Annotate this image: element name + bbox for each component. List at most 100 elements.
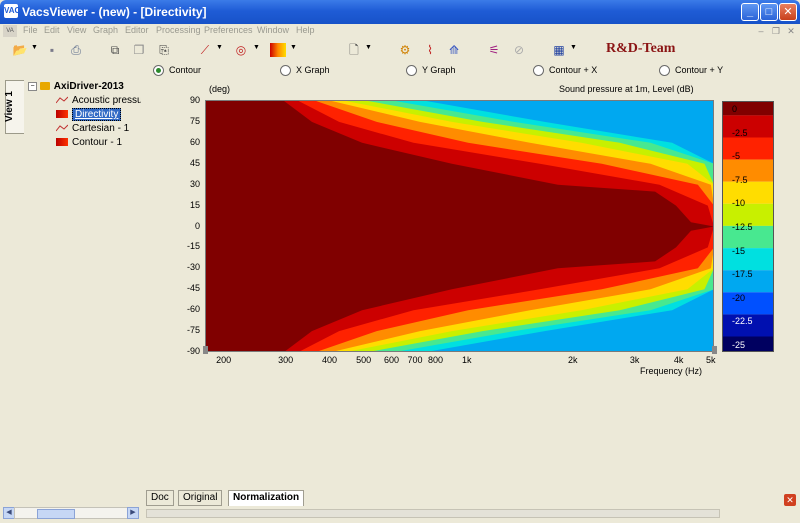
x-tick-label: 5k xyxy=(706,355,716,365)
toolbar: 📂 ▼ ▪ ⎙ ⧉ ❐ ⎘ ⟋ ▼ ◎ ▼ ▼ 🗋 ▼ ⚙ ⌇ ⟰ ⚟ ⊘ ▦ … xyxy=(0,38,800,62)
app-icon: VACS xyxy=(4,4,26,18)
menu-editor[interactable]: Editor xyxy=(125,25,149,35)
tab-doc[interactable]: Doc xyxy=(146,490,174,506)
color-swatch xyxy=(722,336,774,352)
menu-file[interactable]: File xyxy=(23,25,38,35)
print-icon[interactable]: ⎙ xyxy=(67,42,85,58)
y-tick-label: 90 xyxy=(189,95,200,105)
radio-selected-icon[interactable] xyxy=(153,64,164,76)
y-tick-label: -30 xyxy=(186,262,200,273)
plot-horizontal-scrollbar[interactable] xyxy=(146,509,720,518)
color-level-label: -22.5 xyxy=(732,316,753,327)
title-bar: VACS VacsViewer - (new) - [Directivity] … xyxy=(0,0,800,24)
ycuri-graph-icon[interactable]: ⌇ xyxy=(421,42,439,58)
maximize-button[interactable]: □ xyxy=(760,3,778,21)
radio-x-graph[interactable]: X Graph xyxy=(280,64,330,78)
wizard-icon[interactable]: ⚙ xyxy=(396,42,414,58)
y-tick-label: 15 xyxy=(189,199,200,210)
y-tick-label: 75 xyxy=(189,115,200,126)
line-graph-icon[interactable]: ⟋ xyxy=(196,42,214,58)
radio-icon[interactable] xyxy=(406,64,417,76)
x-tick-label: 2k xyxy=(567,355,578,365)
menu-window[interactable]: Window xyxy=(257,25,289,35)
mdi-minimize-icon[interactable]: – xyxy=(756,26,766,36)
tab-normalization[interactable]: Normalization xyxy=(228,490,305,506)
menu-help[interactable]: Help xyxy=(296,25,315,35)
menu-bar: VA File Edit View Graph Editor Processin… xyxy=(0,24,800,38)
color-level-label: -10 xyxy=(732,198,746,209)
close-button[interactable]: ✕ xyxy=(779,3,797,21)
radio-icon[interactable] xyxy=(280,64,291,76)
contour-graph-icon[interactable] xyxy=(270,43,286,57)
document-icon[interactable]: VA xyxy=(3,25,17,37)
color-level-label: 0 xyxy=(732,104,738,114)
brand-label: R&D-Team xyxy=(606,41,676,56)
x-tick-label: 400 xyxy=(322,355,338,365)
chevron-down-icon[interactable]: ▼ xyxy=(31,44,38,51)
menu-processing[interactable]: Processing xyxy=(156,25,201,35)
mdi-close-icon[interactable]: ✕ xyxy=(786,26,796,36)
menu-preferences[interactable]: Preferences xyxy=(204,25,253,35)
copy-icon[interactable]: ❐ xyxy=(130,42,148,58)
chevron-down-icon[interactable]: ▼ xyxy=(570,44,577,51)
window-title: VacsViewer - (new) - [Directivity] xyxy=(22,5,207,19)
axis-handle-icon[interactable] xyxy=(712,346,717,354)
tab-original[interactable]: Original xyxy=(178,490,223,506)
x-tick-label: 200 xyxy=(216,355,232,365)
radio-icon[interactable] xyxy=(659,64,670,76)
document-tree: − AxiDriver-2013 Acoustic pressure Direc… xyxy=(28,80,141,160)
save-icon[interactable]: ▪ xyxy=(43,42,61,58)
tree-item-contour[interactable]: Contour - 1 xyxy=(56,136,122,149)
collapse-icon[interactable]: − xyxy=(28,81,37,91)
y-tick-label: 60 xyxy=(189,136,200,147)
radio-contour-y[interactable]: Contour + Y xyxy=(659,64,723,78)
chevron-down-icon[interactable]: ▼ xyxy=(290,44,297,51)
chart-settings-icon[interactable]: ⚟ xyxy=(485,42,503,58)
line-chart-icon xyxy=(56,125,68,132)
contour-plot[interactable] xyxy=(206,101,714,352)
tree-root[interactable]: − AxiDriver-2013 xyxy=(28,80,124,93)
import-icon[interactable]: ⧉ xyxy=(106,42,124,58)
radio-y-graph[interactable]: Y Graph xyxy=(406,64,455,78)
menu-graph[interactable]: Graph xyxy=(93,25,118,35)
multi-graph-icon[interactable]: ⟰ xyxy=(445,42,463,58)
y-tick-label: 0 xyxy=(194,220,200,231)
tree-item-acoustic-pressure[interactable]: Acoustic pressure xyxy=(56,94,141,107)
scroll-thumb[interactable] xyxy=(37,509,75,519)
x-axis-label: Frequency (Hz) xyxy=(640,366,703,376)
color-swatch xyxy=(722,115,774,138)
chevron-down-icon[interactable]: ▼ xyxy=(216,44,223,51)
tree-horizontal-scrollbar[interactable] xyxy=(14,507,138,519)
close-panel-icon[interactable]: ✕ xyxy=(784,494,796,506)
x-tick-label: 300 xyxy=(278,355,294,365)
open-folder-icon[interactable]: 📂 xyxy=(11,42,29,58)
tab-view-1[interactable]: View 1 xyxy=(4,80,24,134)
x-tick-label: 4k xyxy=(673,355,684,365)
radio-contour[interactable]: Contour xyxy=(153,64,201,78)
scroll-right-icon[interactable]: ▶ xyxy=(127,507,139,519)
minimize-button[interactable]: _ xyxy=(741,3,759,21)
menu-view[interactable]: View xyxy=(67,25,86,35)
chevron-down-icon[interactable]: ▼ xyxy=(253,44,260,51)
y-tick-label: -75 xyxy=(186,325,200,336)
paste-icon[interactable]: ⎘ xyxy=(155,42,173,58)
calculator-icon[interactable]: ▦ xyxy=(550,42,568,58)
color-level-label: -7.5 xyxy=(732,174,748,185)
y-tick-label: -45 xyxy=(186,283,200,294)
new-document-icon[interactable]: 🗋 xyxy=(345,42,363,58)
contour-icon xyxy=(56,138,68,147)
mdi-restore-icon[interactable]: ❐ xyxy=(771,26,781,36)
axis-handle-icon[interactable] xyxy=(203,346,208,354)
color-swatch xyxy=(722,137,774,160)
tree-item-directivity[interactable]: Directivity xyxy=(56,108,122,121)
polar-graph-icon[interactable]: ◎ xyxy=(232,42,250,58)
chevron-down-icon[interactable]: ▼ xyxy=(365,44,372,51)
color-swatch xyxy=(722,159,774,182)
tree-item-cartesian[interactable]: Cartesian - 1 xyxy=(56,122,129,135)
menu-edit[interactable]: Edit xyxy=(44,25,60,35)
stop-icon[interactable]: ⊘ xyxy=(510,42,528,58)
radio-contour-x[interactable]: Contour + X xyxy=(533,64,597,78)
y-tick-label: 45 xyxy=(189,157,200,168)
color-level-label: -25 xyxy=(732,340,746,350)
radio-icon[interactable] xyxy=(533,64,544,76)
